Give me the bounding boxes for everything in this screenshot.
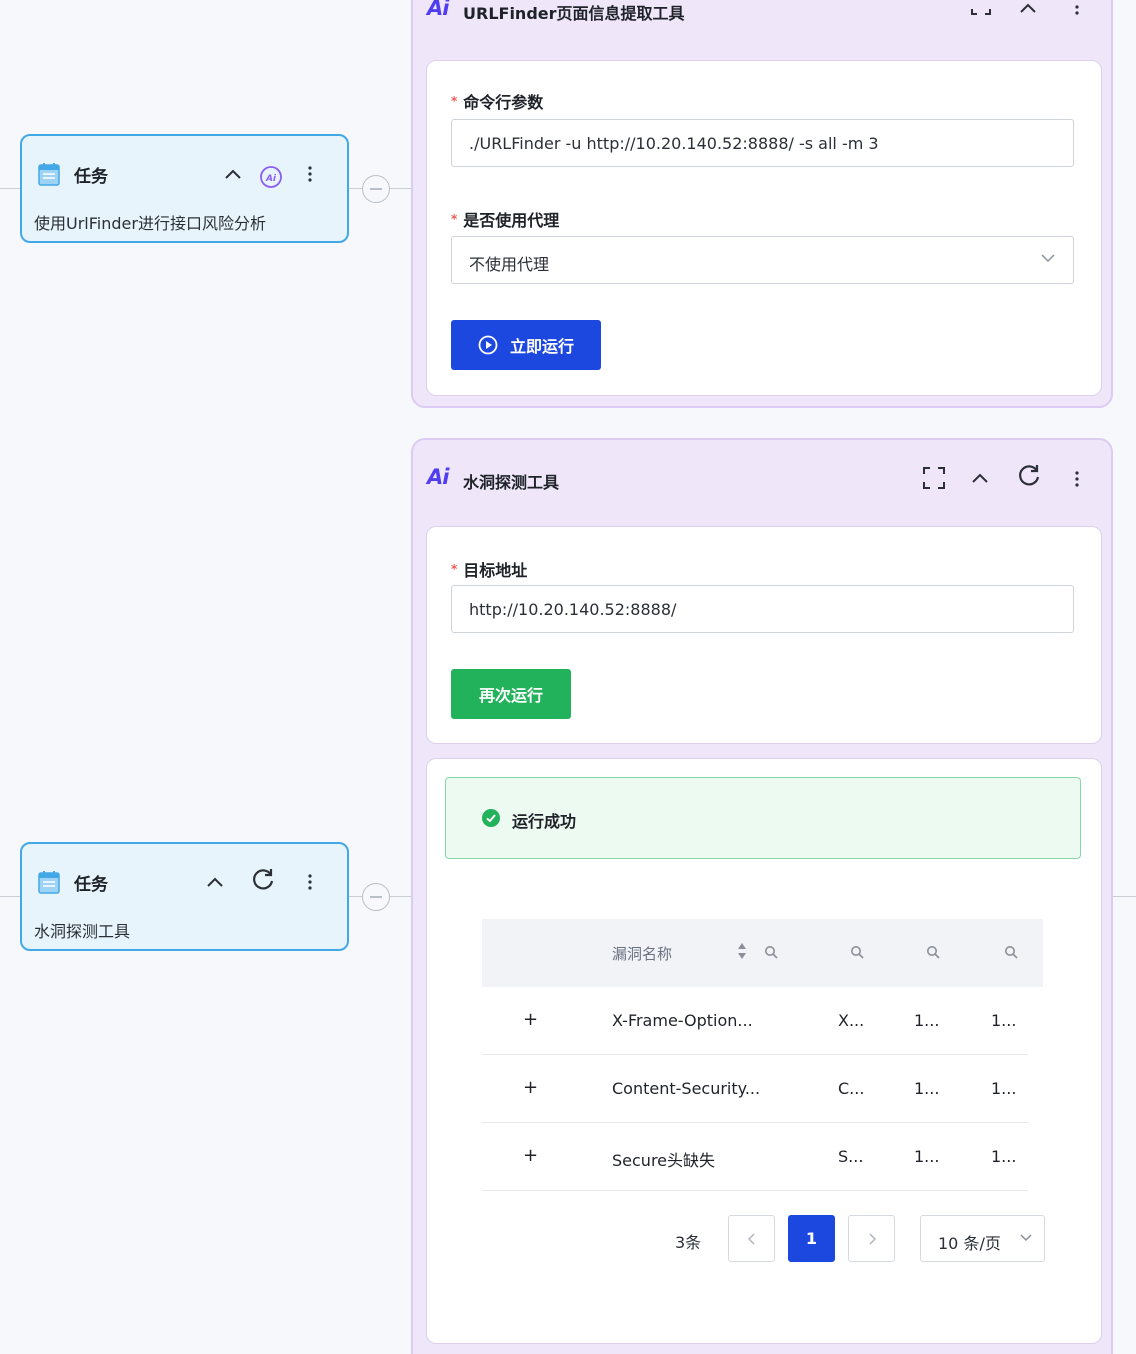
- task-description: 使用UrlFinder进行接口风险分析: [34, 214, 266, 233]
- task-node[interactable]: 任务 Ai 使用UrlFinder进行接口风险分析: [20, 134, 349, 243]
- more-vertical-icon[interactable]: [1071, 470, 1083, 488]
- task-description: 水洞探测工具: [34, 922, 131, 941]
- panel-header: Ai 水洞探测工具: [413, 440, 1111, 496]
- sort-icon[interactable]: [737, 942, 747, 960]
- field-label: * 目标地址: [451, 561, 528, 580]
- prev-page-button[interactable]: [728, 1215, 775, 1262]
- cell: S...: [838, 1147, 864, 1166]
- cell: 1...: [914, 1011, 940, 1030]
- panel-header: Ai URLFinder页面信息提取工具: [413, 0, 1111, 56]
- table-header: 漏洞名称: [482, 919, 1043, 987]
- ai-logo: Ai: [427, 0, 449, 20]
- expand-row-icon[interactable]: +: [523, 1009, 538, 1030]
- collapse-handle[interactable]: [362, 883, 390, 911]
- field-label: * 是否使用代理: [451, 211, 560, 230]
- more-vertical-icon[interactable]: [1071, 0, 1083, 16]
- more-vertical-icon[interactable]: [304, 164, 316, 184]
- target-address-input[interactable]: http://10.20.140.52:8888/: [451, 585, 1074, 633]
- rerun-label: 再次运行: [478, 686, 543, 705]
- cell-vuln-name: X-Frame-Option...: [612, 1011, 753, 1030]
- fullscreen-icon[interactable]: [969, 0, 993, 16]
- tool-form-card: * 命令行参数 ./URLFinder -u http://10.20.140.5…: [426, 60, 1102, 396]
- search-icon[interactable]: [1004, 945, 1018, 959]
- chevron-right-icon: [868, 1232, 876, 1245]
- status-text: 运行成功: [512, 812, 577, 831]
- connector-line: [1113, 896, 1136, 897]
- page-button-current[interactable]: 1: [788, 1215, 835, 1262]
- ai-logo: Ai: [427, 465, 449, 489]
- table-row[interactable]: + Secure头缺失 S... 1... 1...: [482, 1123, 1028, 1191]
- connector-line: [0, 896, 20, 897]
- cell: 1...: [914, 1147, 940, 1166]
- chevron-down-icon: [1020, 1234, 1032, 1242]
- run-now-button[interactable]: 立即运行: [451, 320, 601, 370]
- required-marker: *: [451, 212, 458, 226]
- required-marker: *: [451, 94, 458, 108]
- chevron-up-icon[interactable]: [969, 470, 991, 486]
- page-size-value: 10 条/页: [938, 1234, 1001, 1253]
- cell: 1...: [991, 1011, 1017, 1030]
- table-row[interactable]: + Content-Security... C... 1... 1...: [482, 1055, 1028, 1123]
- table-row[interactable]: + X-Frame-Option... X... 1... 1...: [482, 987, 1028, 1055]
- play-circle-icon: [478, 335, 498, 355]
- tool-form-card: * 目标地址 http://10.20.140.52:8888/ 再次运行: [426, 526, 1102, 744]
- panel-title: 水洞探测工具: [463, 473, 560, 492]
- run-now-label: 立即运行: [509, 337, 574, 356]
- chevron-down-icon: [1041, 254, 1055, 263]
- document-icon: [38, 163, 60, 186]
- task-title: 任务: [74, 167, 108, 187]
- document-icon: [38, 871, 60, 894]
- cell-vuln-name: Content-Security...: [612, 1079, 761, 1098]
- search-icon[interactable]: [926, 945, 940, 959]
- task-node[interactable]: 任务 水洞探测工具: [20, 842, 349, 951]
- success-banner: 运行成功: [445, 777, 1081, 859]
- chevron-up-icon[interactable]: [222, 164, 244, 184]
- expand-row-icon[interactable]: +: [523, 1145, 538, 1166]
- pagination-total: 3条: [675, 1233, 702, 1252]
- rerun-button[interactable]: 再次运行: [451, 669, 571, 719]
- ai-icon[interactable]: Ai: [258, 164, 284, 190]
- chevron-left-icon: [747, 1232, 755, 1245]
- more-vertical-icon[interactable]: [304, 872, 316, 892]
- cell: C...: [838, 1079, 865, 1098]
- search-icon[interactable]: [850, 945, 864, 959]
- collapse-handle[interactable]: [362, 175, 390, 203]
- scanner-tool-panel: Ai 水洞探测工具 * 目标地址 http://10.20.140.52:888…: [411, 438, 1113, 1354]
- check-circle-icon: [482, 809, 500, 827]
- select-value: 不使用代理: [469, 255, 550, 274]
- required-marker: *: [451, 562, 458, 576]
- chevron-up-icon[interactable]: [1017, 0, 1039, 16]
- command-args-input[interactable]: ./URLFinder -u http://10.20.140.52:8888/…: [451, 119, 1074, 167]
- next-page-button[interactable]: [848, 1215, 895, 1262]
- task-title: 任务: [74, 875, 108, 895]
- cell: 1...: [914, 1079, 940, 1098]
- urlfinder-tool-panel: Ai URLFinder页面信息提取工具 * 命令行参数 ./URLFinder …: [411, 0, 1113, 408]
- fullscreen-icon[interactable]: [921, 466, 947, 490]
- panel-title: URLFinder页面信息提取工具: [463, 4, 685, 23]
- cell: 1...: [991, 1147, 1017, 1166]
- cell: X...: [838, 1011, 865, 1030]
- expand-row-icon[interactable]: +: [523, 1077, 538, 1098]
- search-icon[interactable]: [764, 945, 778, 959]
- result-card: 运行成功 漏洞名称 + X-Frame-Option... X... 1... …: [426, 758, 1102, 1344]
- column-header-vuln-name: 漏洞名称: [612, 945, 673, 963]
- field-label: * 命令行参数: [451, 93, 544, 112]
- refresh-icon[interactable]: [1016, 462, 1042, 488]
- cell: 1...: [991, 1079, 1017, 1098]
- input-value: http://10.20.140.52:8888/: [469, 600, 677, 619]
- chevron-up-icon[interactable]: [204, 872, 226, 892]
- input-value: ./URLFinder -u http://10.20.140.52:8888/…: [469, 134, 879, 153]
- proxy-select[interactable]: 不使用代理: [451, 236, 1074, 284]
- cell-vuln-name: Secure头缺失: [612, 1151, 716, 1170]
- refresh-icon[interactable]: [250, 866, 276, 892]
- connector-line: [0, 188, 20, 189]
- page-size-select[interactable]: 10 条/页: [920, 1215, 1045, 1262]
- svg-text:Ai: Ai: [265, 174, 277, 184]
